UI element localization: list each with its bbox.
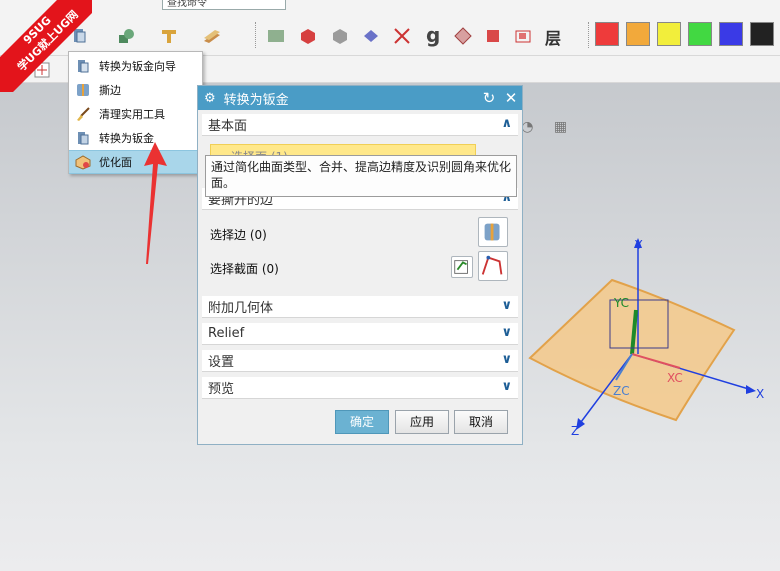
shaded-red-button[interactable] bbox=[294, 22, 320, 48]
select-section-label: 选择截面 (0) bbox=[210, 262, 279, 276]
chevron-down-icon: ∨ bbox=[501, 298, 512, 313]
shaded-blue-button[interactable] bbox=[357, 22, 383, 48]
select-edge-button[interactable] bbox=[478, 217, 508, 247]
optimize-face-icon bbox=[75, 154, 91, 170]
flange-button[interactable] bbox=[155, 22, 181, 48]
section-title: Relief bbox=[208, 326, 245, 341]
toolbar-separator bbox=[255, 22, 256, 48]
rip-edge-icon bbox=[75, 82, 91, 98]
section-preview[interactable]: 预览 ∨ bbox=[202, 377, 518, 399]
curve-select-icon bbox=[481, 255, 503, 275]
section-title: 基本面 bbox=[208, 119, 248, 134]
bend-button[interactable] bbox=[198, 22, 224, 48]
zc-axis-label: ZC bbox=[613, 384, 630, 398]
sketch-icon bbox=[454, 260, 468, 274]
main-toolbar: 查找命令 g 层 bbox=[0, 0, 780, 56]
shape-feature-button[interactable] bbox=[112, 22, 138, 48]
x-axis-label: X bbox=[756, 387, 765, 401]
solid-red-button[interactable] bbox=[479, 22, 505, 48]
chevron-up-icon: ∧ bbox=[501, 116, 512, 131]
apply-button[interactable]: 应用 bbox=[395, 410, 449, 434]
menu-item-label: 优化面 bbox=[99, 156, 132, 169]
chevron-down-icon: ∨ bbox=[501, 352, 512, 367]
color-red-swatch[interactable] bbox=[595, 22, 619, 46]
edge-select-icon bbox=[484, 223, 500, 241]
section-title: 设置 bbox=[208, 355, 235, 370]
menu-item-convert-wizard[interactable]: 转换为钣金向导 bbox=[69, 54, 202, 78]
color-green-swatch[interactable] bbox=[688, 22, 712, 46]
gear-icon: ⚙ bbox=[204, 90, 216, 106]
sheetmetal-wizard-icon bbox=[75, 58, 91, 74]
sheetmetal-dropdown-menu: 转换为钣金向导 撕边 清理实用工具 转换为钣金 优化面 bbox=[68, 51, 203, 174]
chevron-down-icon: ∨ bbox=[501, 325, 512, 340]
red-pointer-arrow-icon bbox=[144, 142, 167, 264]
section-title: 预览 bbox=[208, 382, 235, 397]
bounding-box-button[interactable] bbox=[509, 22, 535, 48]
convert-sheetmetal-icon bbox=[75, 130, 91, 146]
show-surface-button[interactable] bbox=[262, 22, 288, 48]
color-yellow-swatch[interactable] bbox=[657, 22, 681, 46]
sheetmetal-group-button[interactable] bbox=[66, 22, 92, 48]
dialog-footer: 确定 应用 取消 bbox=[198, 404, 522, 434]
chevron-down-icon: ∨ bbox=[501, 379, 512, 394]
yc-axis-label: YC bbox=[614, 296, 630, 310]
deselect-button[interactable] bbox=[388, 22, 414, 48]
pattern-button[interactable] bbox=[449, 22, 475, 48]
xc-axis-label: XC bbox=[667, 371, 683, 385]
viewport-3d[interactable] bbox=[520, 230, 780, 450]
menu-item-rip-edge[interactable]: 撕边 bbox=[69, 78, 202, 102]
menu-item-label: 转换为钣金向导 bbox=[99, 60, 176, 73]
g-letter-button[interactable]: g bbox=[419, 22, 445, 48]
section-additional-geometry[interactable]: 附加几何体 ∨ bbox=[202, 296, 518, 318]
menu-item-optimize-face[interactable]: 优化面 bbox=[69, 150, 202, 174]
reset-icon[interactable]: ↻ bbox=[478, 89, 500, 107]
section-settings[interactable]: 设置 ∨ bbox=[202, 350, 518, 372]
select-edge-label: 选择边 (0) bbox=[210, 228, 267, 242]
command-search-input[interactable]: 查找命令 bbox=[162, 0, 286, 10]
menu-item-label: 撕边 bbox=[99, 84, 121, 97]
layer-label: 层 bbox=[545, 29, 562, 48]
dialog-titlebar: ⚙ 转换为钣金 ↻ ✕ bbox=[198, 86, 522, 110]
y-axis-label: Y bbox=[635, 238, 643, 252]
color-black-swatch[interactable] bbox=[750, 22, 774, 46]
sketch-section-button[interactable] bbox=[451, 256, 473, 278]
convert-to-sheetmetal-dialog: ⚙ 转换为钣金 ↻ ✕ 基本面 ∧ 选择面 (1) 要撕开的边 ∧ 选择边 (0… bbox=[197, 85, 523, 445]
shaded-grey-button[interactable] bbox=[326, 22, 352, 48]
optimize-face-tooltip: 通过简化曲面类型、合并、提高边精度及识别圆角来优化面。 bbox=[205, 155, 517, 197]
color-blue-swatch[interactable] bbox=[719, 22, 743, 46]
select-curve-button[interactable] bbox=[478, 251, 508, 281]
section-base-face[interactable]: 基本面 ∧ bbox=[202, 114, 518, 136]
z-axis-label: Z bbox=[571, 424, 580, 438]
menu-item-convert-sheetmetal[interactable]: 转换为钣金 bbox=[69, 126, 202, 150]
close-icon[interactable]: ✕ bbox=[500, 89, 522, 107]
color-orange-swatch[interactable] bbox=[626, 22, 650, 46]
cleanup-brush-icon bbox=[75, 106, 91, 122]
layer-button[interactable]: 层 bbox=[540, 22, 566, 48]
section-title: 附加几何体 bbox=[208, 301, 274, 316]
toolbar-separator bbox=[588, 22, 589, 48]
snap-point-button[interactable] bbox=[28, 56, 54, 82]
menu-item-label: 清理实用工具 bbox=[99, 108, 165, 121]
menu-item-cleanup-utility[interactable]: 清理实用工具 bbox=[69, 102, 202, 126]
cancel-button[interactable]: 取消 bbox=[454, 410, 508, 434]
dialog-title: 转换为钣金 bbox=[223, 92, 289, 108]
ok-button[interactable]: 确定 bbox=[335, 410, 389, 434]
section-relief[interactable]: Relief ∨ bbox=[202, 323, 518, 345]
